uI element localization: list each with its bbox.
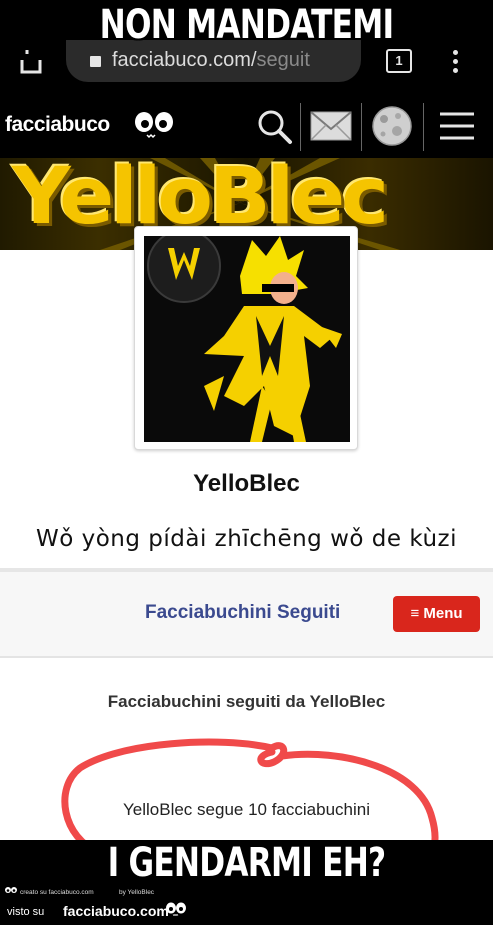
watermark-eyes-small-icon bbox=[5, 887, 17, 893]
home-icon[interactable] bbox=[18, 48, 44, 74]
site-logo[interactable]: facciabuco bbox=[5, 113, 110, 137]
header-separator bbox=[423, 103, 424, 151]
avatar[interactable] bbox=[144, 236, 350, 442]
section-title: Facciabuchini Seguiti bbox=[145, 602, 341, 623]
logo-eyes-icon bbox=[135, 112, 173, 139]
header-separator bbox=[300, 103, 301, 151]
profile-name: YelloBlec bbox=[193, 470, 300, 497]
meme-top-caption: NON MANDATEMI bbox=[99, 2, 394, 48]
section-nav: Facciabuchini Seguiti ≡ Menu bbox=[0, 572, 493, 658]
profile-bio: Wǒ yòng pídài zhīchēng wǒ de kùzi bbox=[36, 526, 457, 552]
watermark-by: by YelloBlec bbox=[119, 889, 155, 896]
url-text: facciabuco.com/seguit bbox=[112, 49, 310, 71]
search-icon[interactable] bbox=[248, 101, 304, 151]
superhero-avatar-image bbox=[144, 236, 350, 442]
header-separator bbox=[361, 103, 362, 151]
meme-bottom-caption: I GENDARMI EH? bbox=[107, 840, 386, 886]
watermark-created: creato su facciabuco.com bbox=[20, 889, 94, 896]
following-count: YelloBlec segue 10 facciabuchini bbox=[123, 800, 370, 819]
menu-button[interactable]: ≡ Menu bbox=[393, 596, 480, 632]
tabs-icon[interactable]: 1 bbox=[386, 49, 412, 73]
red-highlight-scribble bbox=[61, 738, 439, 853]
lock-icon bbox=[90, 56, 101, 67]
more-options-icon[interactable] bbox=[448, 50, 462, 74]
hamburger-menu-icon[interactable] bbox=[430, 101, 486, 151]
profile-page: YelloBlec Wǒ yòng pídài zhīchēng wǒ de k… bbox=[0, 226, 493, 853]
avatar-frame bbox=[134, 226, 358, 450]
watermark-eyes-icon bbox=[166, 902, 186, 916]
following-section: Facciabuchini seguiti da YelloBlec Yello… bbox=[0, 660, 493, 853]
following-heading: Facciabuchini seguiti da YelloBlec bbox=[107, 692, 386, 711]
site-header: facciabuco bbox=[0, 95, 493, 158]
watermark-site[interactable]: facciabuco.com bbox=[63, 903, 169, 919]
watermark-visto: visto su bbox=[7, 906, 45, 918]
mail-icon[interactable] bbox=[304, 101, 360, 151]
notifications-moon-icon[interactable] bbox=[364, 101, 420, 151]
browser-toolbar: facciabuco.com/seguit 1 bbox=[0, 40, 493, 95]
